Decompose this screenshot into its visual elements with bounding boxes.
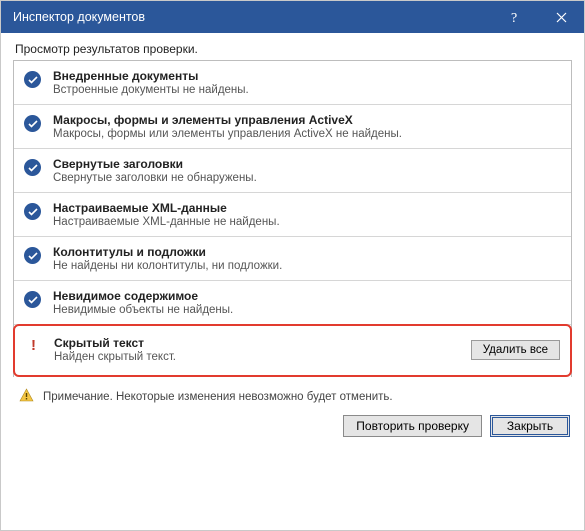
remove-all-button[interactable]: Удалить все xyxy=(471,340,560,360)
check-icon xyxy=(24,203,41,220)
alert-icon: ! xyxy=(25,337,42,354)
check-icon xyxy=(24,159,41,176)
check-icon xyxy=(24,291,41,308)
row-desc: Настраиваемые XML-данные не найдены. xyxy=(53,216,561,228)
row-title: Свернутые заголовки xyxy=(53,157,561,171)
row-title: Колонтитулы и подложки xyxy=(53,245,561,259)
row-desc: Свернутые заголовки не обнаружены. xyxy=(53,172,561,184)
row-desc: Не найдены ни колонтитулы, ни подложки. xyxy=(53,260,561,272)
help-button[interactable]: ? xyxy=(492,1,538,33)
row-title: Настраиваемые XML-данные xyxy=(53,201,561,215)
window-title: Инспектор документов xyxy=(13,10,492,24)
footer-buttons: Повторить проверку Закрыть xyxy=(1,407,584,451)
result-row: Невидимое содержимое Невидимые объекты н… xyxy=(14,281,571,325)
row-desc: Невидимые объекты не найдены. xyxy=(53,304,561,316)
row-title: Внедренные документы xyxy=(53,69,561,83)
row-title: Невидимое содержимое xyxy=(53,289,561,303)
close-window-button[interactable] xyxy=(538,1,584,33)
result-row: Колонтитулы и подложки Не найдены ни кол… xyxy=(14,237,571,281)
warning-icon xyxy=(19,388,34,405)
result-row: Свернутые заголовки Свернутые заголовки … xyxy=(14,149,571,193)
result-row: Макросы, формы и элементы управления Act… xyxy=(14,105,571,149)
row-title: Скрытый текст xyxy=(54,336,463,350)
footer-note: Примечание. Некоторые изменения невозмож… xyxy=(1,384,584,407)
result-row: Настраиваемые XML-данные Настраиваемые X… xyxy=(14,193,571,237)
results-list: Внедренные документы Встроенные документ… xyxy=(13,60,572,377)
row-desc: Макросы, формы или элементы управления A… xyxy=(53,128,561,140)
subtitle-text: Просмотр результатов проверки. xyxy=(1,33,584,60)
titlebar: Инспектор документов ? xyxy=(1,1,584,33)
svg-text:?: ? xyxy=(511,11,517,24)
alert-row: ! Скрытый текст Найден скрытый текст. Уд… xyxy=(13,324,572,377)
result-row: Внедренные документы Встроенные документ… xyxy=(14,61,571,105)
note-text: Примечание. Некоторые изменения невозмож… xyxy=(43,391,393,403)
close-button[interactable]: Закрыть xyxy=(490,415,570,437)
reinspect-button[interactable]: Повторить проверку xyxy=(343,415,482,437)
check-icon xyxy=(24,247,41,264)
check-icon xyxy=(24,115,41,132)
check-icon xyxy=(24,71,41,88)
row-title: Макросы, формы и элементы управления Act… xyxy=(53,113,561,127)
row-desc: Найден скрытый текст. xyxy=(54,351,463,363)
row-desc: Встроенные документы не найдены. xyxy=(53,84,561,96)
